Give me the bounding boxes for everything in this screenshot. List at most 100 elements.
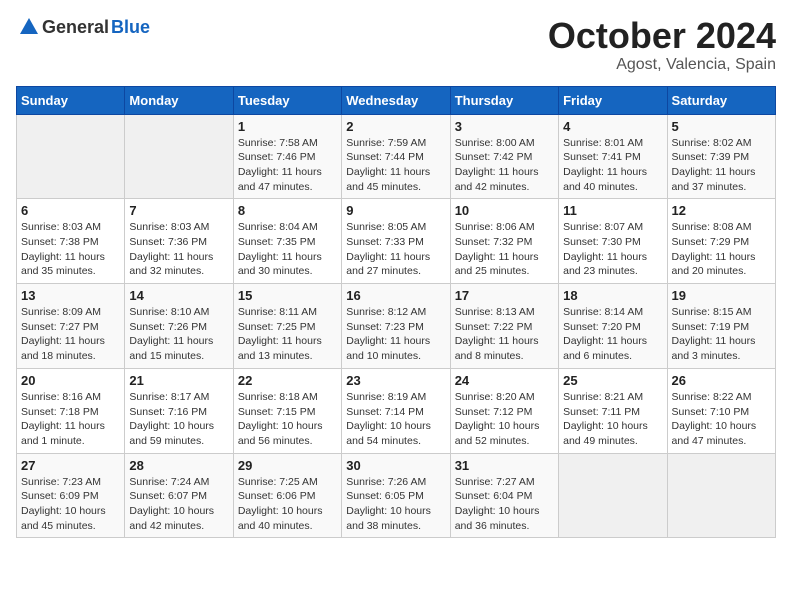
day-info: Sunrise: 8:20 AMSunset: 7:12 PMDaylight:…	[455, 390, 554, 449]
calendar-day-cell: 7Sunrise: 8:03 AMSunset: 7:36 PMDaylight…	[125, 199, 233, 284]
calendar-day-cell: 18 Sunrise: 8:14 AMSunset: 7:20 PMDayligh…	[559, 284, 667, 369]
day-number: 21	[129, 373, 228, 388]
logo-icon	[18, 16, 40, 38]
day-info: Sunrise: 8:06 AMSunset: 7:32 PMDaylight:…	[455, 220, 554, 279]
day-info: Sunrise: 8:03 AMSunset: 7:38 PMDaylight:…	[21, 220, 120, 279]
day-info: Sunrise: 8:10 AMSunset: 7:26 PMDaylight:…	[129, 305, 228, 364]
day-number: 6	[21, 203, 120, 218]
day-info: Sunrise: 8:17 AMSunset: 7:16 PMDaylight:…	[129, 390, 228, 449]
calendar-day-cell: 15Sunrise: 8:11 AMSunset: 7:25 PMDayligh…	[233, 284, 341, 369]
day-info: Sunrise: 8:05 AMSunset: 7:33 PMDaylight:…	[346, 220, 445, 279]
calendar-day-cell: 13 Sunrise: 8:09 AMSunset: 7:27 PMDayligh…	[17, 284, 125, 369]
day-number: 28	[129, 458, 228, 473]
day-number: 13	[21, 288, 120, 303]
day-info: Sunrise: 7:59 AMSunset: 7:44 PMDaylight:…	[346, 136, 445, 195]
calendar-day-cell: 8Sunrise: 8:04 AMSunset: 7:35 PMDaylight…	[233, 199, 341, 284]
day-number: 9	[346, 203, 445, 218]
calendar-header-cell: Monday	[125, 86, 233, 114]
calendar-day-cell: 6 Sunrise: 8:03 AMSunset: 7:38 PMDaylight…	[17, 199, 125, 284]
header: General Blue October 2024 Agost, Valenci…	[16, 16, 776, 74]
logo-text-blue: Blue	[111, 17, 150, 38]
day-info: Sunrise: 8:09 AMSunset: 7:27 PMDaylight:…	[21, 305, 120, 364]
day-number: 22	[238, 373, 337, 388]
calendar-body: 1Sunrise: 7:58 AMSunset: 7:46 PMDaylight…	[17, 114, 776, 538]
day-number: 8	[238, 203, 337, 218]
calendar-header-cell: Tuesday	[233, 86, 341, 114]
day-info: Sunrise: 7:24 AMSunset: 6:07 PMDaylight:…	[129, 475, 228, 534]
calendar-day-cell: 29 Sunrise: 7:25 AMSunset: 6:06 PMDayligh…	[233, 453, 341, 538]
day-number: 23	[346, 373, 445, 388]
day-info: Sunrise: 8:08 AMSunset: 7:29 PMDaylight:…	[672, 220, 771, 279]
calendar-day-cell: 16Sunrise: 8:12 AMSunset: 7:23 PMDayligh…	[342, 284, 450, 369]
calendar-table: SundayMondayTuesdayWednesdayThursdayFrid…	[16, 86, 776, 539]
day-info: Sunrise: 7:26 AMSunset: 6:05 PMDaylight:…	[346, 475, 445, 534]
calendar-day-cell	[667, 453, 775, 538]
day-info: Sunrise: 8:00 AMSunset: 7:42 PMDaylight:…	[455, 136, 554, 195]
calendar-day-cell: 24 Sunrise: 8:20 AMSunset: 7:12 PMDayligh…	[450, 368, 558, 453]
day-number: 3	[455, 119, 554, 134]
day-info: Sunrise: 8:14 AMSunset: 7:20 PMDaylight:…	[563, 305, 662, 364]
day-info: Sunrise: 8:15 AMSunset: 7:19 PMDaylight:…	[672, 305, 771, 364]
calendar-header-cell: Thursday	[450, 86, 558, 114]
day-number: 26	[672, 373, 771, 388]
calendar-day-cell: 4 Sunrise: 8:01 AMSunset: 7:41 PMDaylight…	[559, 114, 667, 199]
calendar-day-cell	[559, 453, 667, 538]
calendar-day-cell: 23 Sunrise: 8:19 AMSunset: 7:14 PMDayligh…	[342, 368, 450, 453]
day-info: Sunrise: 8:07 AMSunset: 7:30 PMDaylight:…	[563, 220, 662, 279]
logo: General Blue	[16, 16, 150, 38]
day-info: Sunrise: 7:23 AMSunset: 6:09 PMDaylight:…	[21, 475, 120, 534]
day-number: 7	[129, 203, 228, 218]
day-number: 5	[672, 119, 771, 134]
calendar-header-cell: Wednesday	[342, 86, 450, 114]
calendar-day-cell	[125, 114, 233, 199]
day-info: Sunrise: 7:27 AMSunset: 6:04 PMDaylight:…	[455, 475, 554, 534]
calendar-day-cell	[17, 114, 125, 199]
day-number: 12	[672, 203, 771, 218]
calendar-day-cell: 14 Sunrise: 8:10 AMSunset: 7:26 PMDayligh…	[125, 284, 233, 369]
calendar-day-cell: 2Sunrise: 7:59 AMSunset: 7:44 PMDaylight…	[342, 114, 450, 199]
day-info: Sunrise: 8:01 AMSunset: 7:41 PMDaylight:…	[563, 136, 662, 195]
day-info: Sunrise: 8:19 AMSunset: 7:14 PMDaylight:…	[346, 390, 445, 449]
day-number: 10	[455, 203, 554, 218]
logo-text-general: General	[42, 17, 109, 38]
day-number: 19	[672, 288, 771, 303]
calendar-week-row: 13 Sunrise: 8:09 AMSunset: 7:27 PMDayligh…	[17, 284, 776, 369]
day-number: 25	[563, 373, 662, 388]
day-info: Sunrise: 8:12 AMSunset: 7:23 PMDaylight:…	[346, 305, 445, 364]
calendar-day-cell: 5Sunrise: 8:02 AMSunset: 7:39 PMDaylight…	[667, 114, 775, 199]
day-number: 31	[455, 458, 554, 473]
calendar-day-cell: 12 Sunrise: 8:08 AMSunset: 7:29 PMDayligh…	[667, 199, 775, 284]
day-number: 4	[563, 119, 662, 134]
day-number: 20	[21, 373, 120, 388]
calendar-day-cell: 20 Sunrise: 8:16 AMSunset: 7:18 PMDayligh…	[17, 368, 125, 453]
calendar-day-cell: 25 Sunrise: 8:21 AMSunset: 7:11 PMDayligh…	[559, 368, 667, 453]
calendar-day-cell: 28 Sunrise: 7:24 AMSunset: 6:07 PMDayligh…	[125, 453, 233, 538]
day-number: 1	[238, 119, 337, 134]
calendar-week-row: 27Sunrise: 7:23 AMSunset: 6:09 PMDayligh…	[17, 453, 776, 538]
day-number: 29	[238, 458, 337, 473]
day-number: 17	[455, 288, 554, 303]
day-number: 11	[563, 203, 662, 218]
calendar-week-row: 6 Sunrise: 8:03 AMSunset: 7:38 PMDaylight…	[17, 199, 776, 284]
day-info: Sunrise: 7:25 AMSunset: 6:06 PMDaylight:…	[238, 475, 337, 534]
calendar-day-cell: 10 Sunrise: 8:06 AMSunset: 7:32 PMDayligh…	[450, 199, 558, 284]
calendar-header: SundayMondayTuesdayWednesdayThursdayFrid…	[17, 86, 776, 114]
day-info: Sunrise: 8:21 AMSunset: 7:11 PMDaylight:…	[563, 390, 662, 449]
calendar-day-cell: 19 Sunrise: 8:15 AMSunset: 7:19 PMDayligh…	[667, 284, 775, 369]
calendar-header-row: SundayMondayTuesdayWednesdayThursdayFrid…	[17, 86, 776, 114]
calendar-day-cell: 26 Sunrise: 8:22 AMSunset: 7:10 PMDayligh…	[667, 368, 775, 453]
calendar-day-cell: 3 Sunrise: 8:00 AMSunset: 7:42 PMDaylight…	[450, 114, 558, 199]
calendar-header-cell: Sunday	[17, 86, 125, 114]
day-info: Sunrise: 8:22 AMSunset: 7:10 PMDaylight:…	[672, 390, 771, 449]
month-title: October 2024	[548, 16, 776, 56]
calendar-week-row: 1Sunrise: 7:58 AMSunset: 7:46 PMDaylight…	[17, 114, 776, 199]
calendar-day-cell: 17Sunrise: 8:13 AMSunset: 7:22 PMDayligh…	[450, 284, 558, 369]
calendar-week-row: 20 Sunrise: 8:16 AMSunset: 7:18 PMDayligh…	[17, 368, 776, 453]
day-number: 18	[563, 288, 662, 303]
day-number: 24	[455, 373, 554, 388]
day-number: 15	[238, 288, 337, 303]
day-info: Sunrise: 8:16 AMSunset: 7:18 PMDaylight:…	[21, 390, 120, 449]
calendar-header-cell: Saturday	[667, 86, 775, 114]
day-info: Sunrise: 8:18 AMSunset: 7:15 PMDaylight:…	[238, 390, 337, 449]
day-number: 14	[129, 288, 228, 303]
